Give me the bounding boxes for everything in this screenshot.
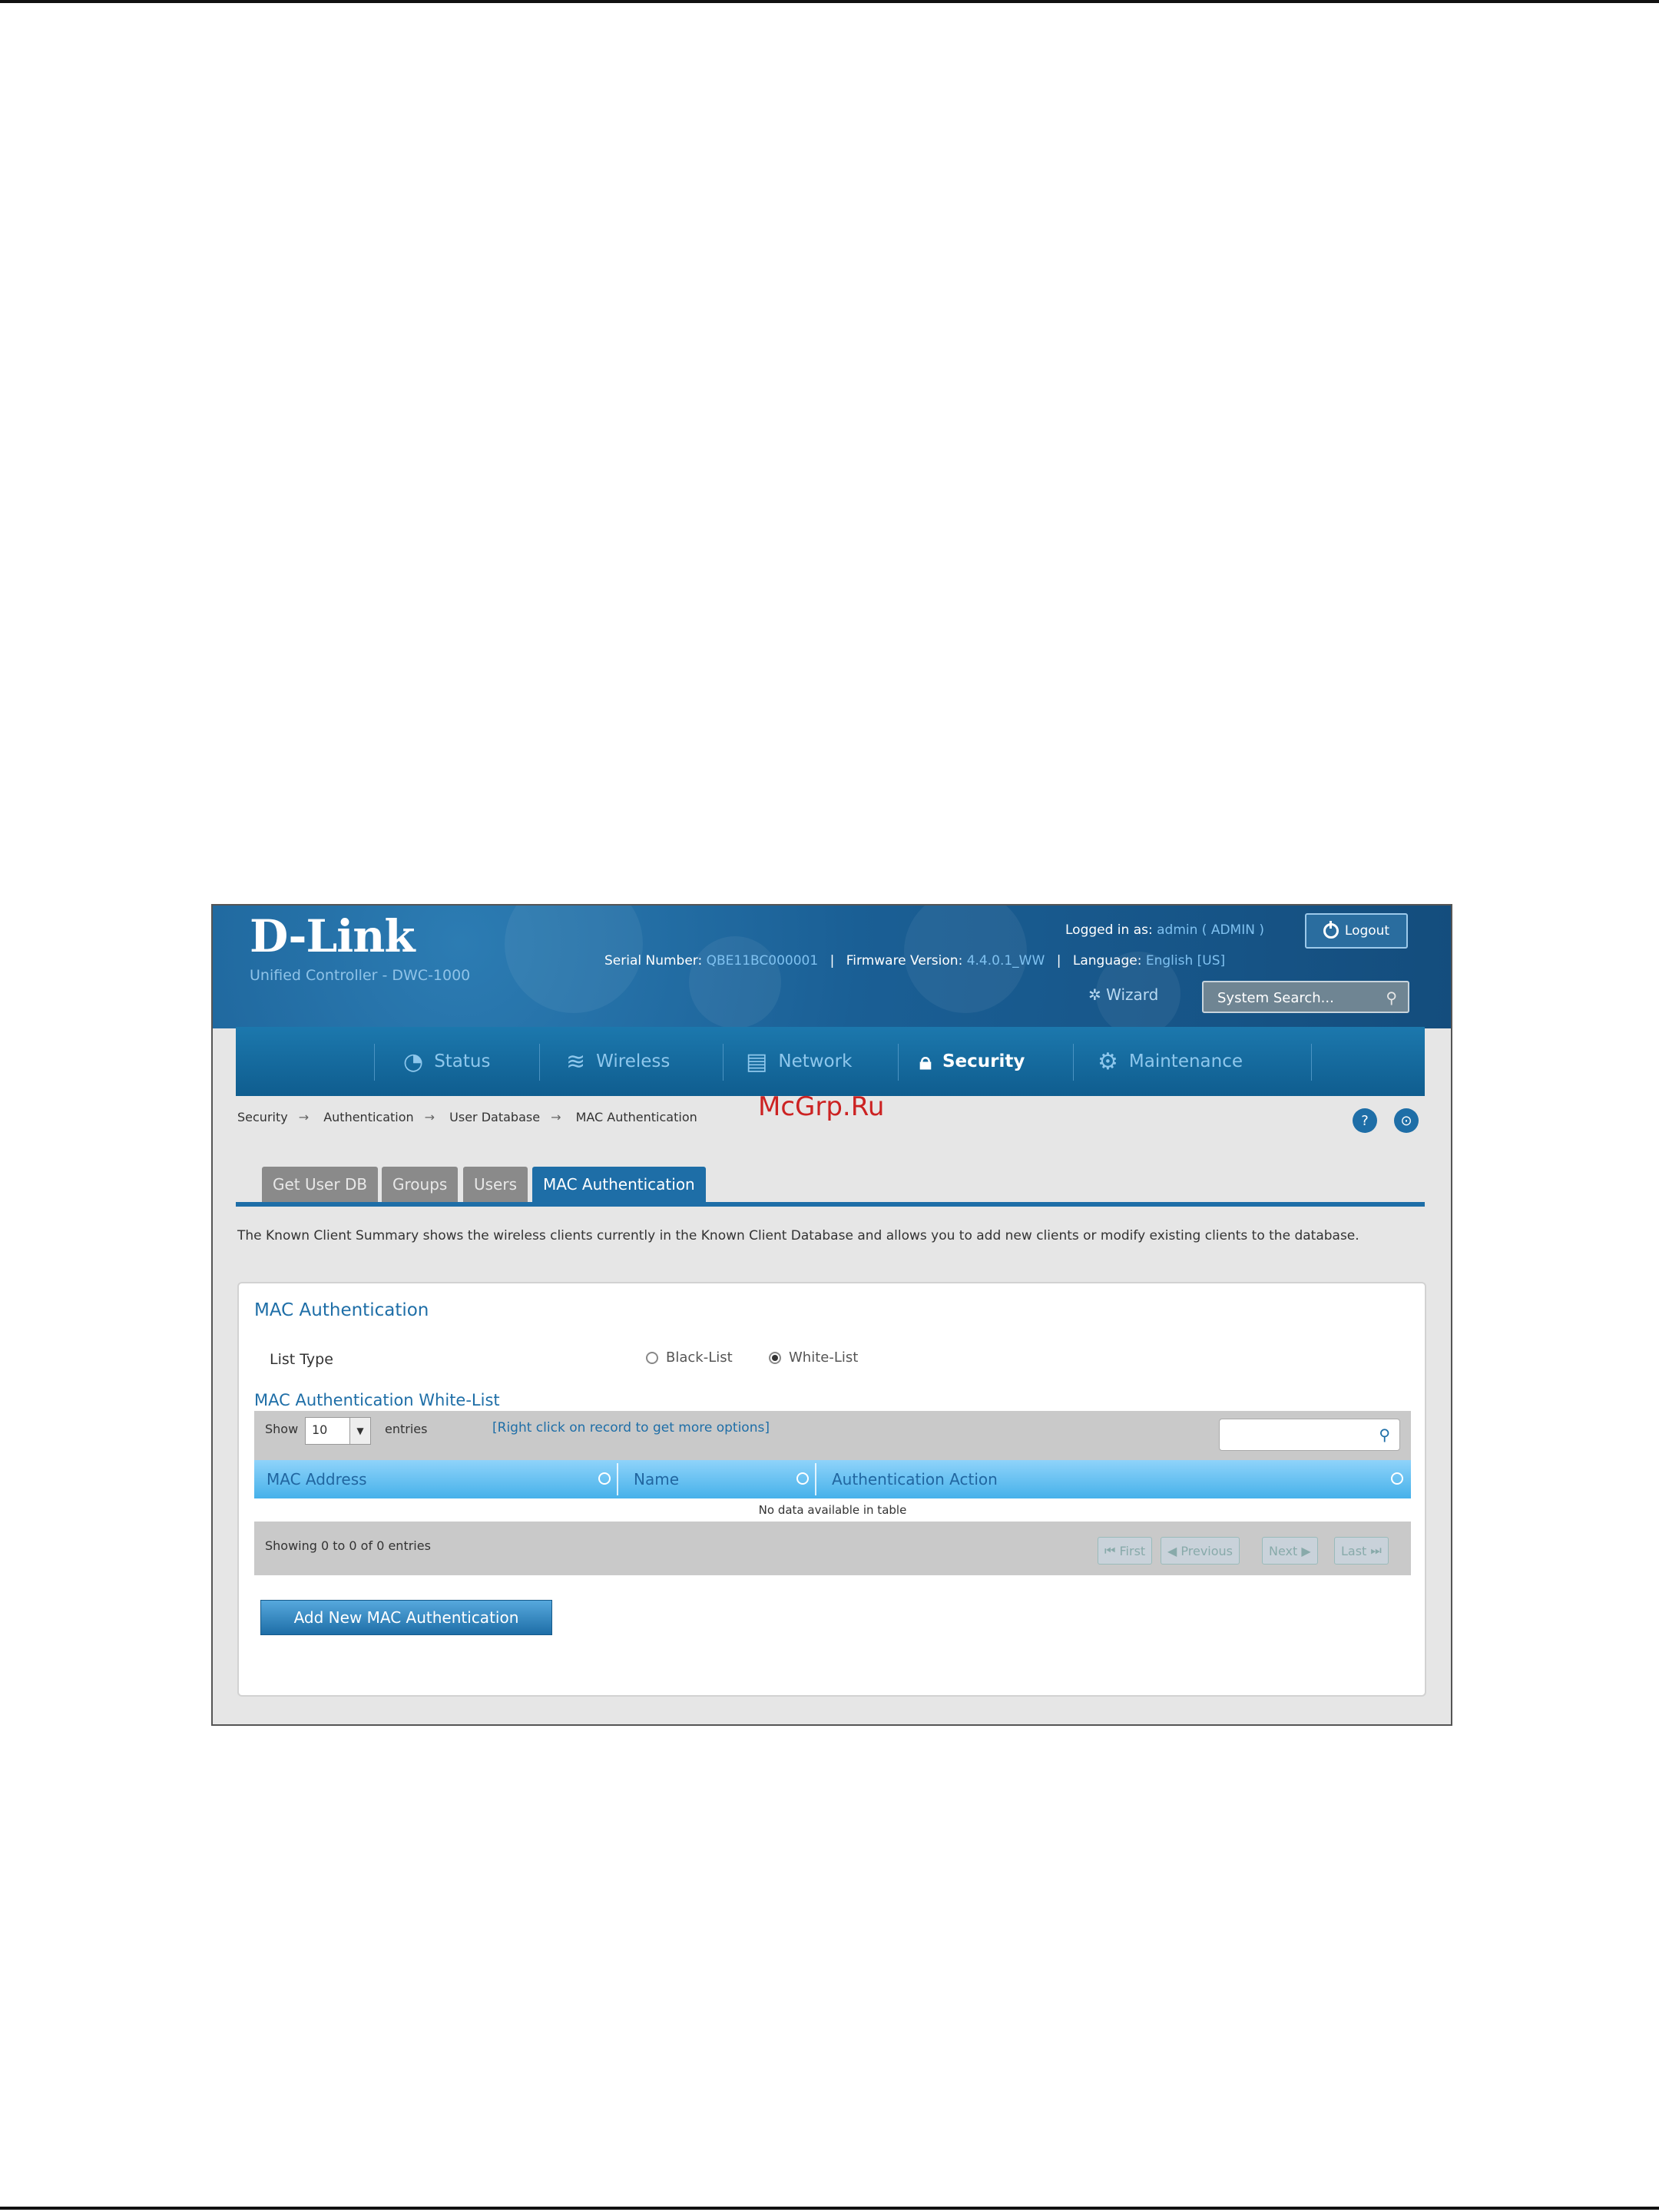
search-placeholder: System Search...	[1217, 990, 1334, 1006]
page-description: The Known Client Summary shows the wirel…	[237, 1228, 1359, 1243]
lock-icon: 🔒︎	[919, 1048, 932, 1075]
previous-icon: ◀	[1167, 1543, 1181, 1558]
radio-white-label: White-List	[789, 1349, 859, 1366]
entries-label: entries	[385, 1422, 428, 1436]
breadcrumb-current: MAC Authentication	[575, 1110, 697, 1124]
search-icon[interactable]: ⚲	[1386, 988, 1397, 1007]
network-icon: ▤	[746, 1048, 768, 1075]
search-icon: ⚲	[1379, 1426, 1390, 1444]
breadcrumb-item[interactable]: Authentication	[323, 1110, 413, 1124]
gears-icon: ⚙	[1098, 1048, 1118, 1075]
list-type-label: List Type	[270, 1351, 333, 1368]
table-header: MAC Address Name Authentication Action	[254, 1460, 1411, 1498]
nav-maintenance[interactable]: ⚙ Maintenance	[1098, 1027, 1243, 1096]
page-bottom-rule	[0, 2207, 1659, 2210]
tab-users[interactable]: Users	[463, 1167, 528, 1202]
page-size-select[interactable]: 10 ▼	[305, 1417, 371, 1445]
system-search-input[interactable]: System Search... ⚲	[1202, 981, 1409, 1013]
logged-in-user[interactable]: admin ( ADMIN )	[1157, 922, 1264, 938]
help-icon[interactable]: ?	[1353, 1108, 1377, 1133]
pager-previous-label: Previous	[1181, 1543, 1233, 1558]
radio-button-checked[interactable]	[769, 1351, 781, 1364]
table-footer: Showing 0 to 0 of 0 entries ⏮ First ◀ Pr…	[254, 1522, 1411, 1575]
col-mac-address[interactable]: MAC Address	[267, 1460, 367, 1498]
sort-icon[interactable]	[796, 1472, 809, 1485]
radio-black-label: Black-List	[666, 1349, 733, 1366]
pager-first-button[interactable]: ⏮ First	[1098, 1537, 1153, 1565]
language-label: Language:	[1072, 953, 1142, 969]
mac-auth-panel: MAC Authentication List Type Black-List …	[237, 1282, 1426, 1697]
show-label: Show	[265, 1422, 299, 1436]
nav-status-label: Status	[434, 1051, 491, 1071]
nav-security-label: Security	[942, 1051, 1025, 1071]
showing-count: Showing 0 to 0 of 0 entries	[265, 1538, 431, 1553]
radio-black-list[interactable]: Black-List	[646, 1349, 733, 1366]
device-info: Serial Number: QBE11BC000001 | Firmware …	[604, 953, 1226, 969]
pager-previous-button[interactable]: ◀ Previous	[1161, 1537, 1240, 1565]
first-icon: ⏮	[1104, 1543, 1120, 1558]
pager-last-label: Last	[1341, 1543, 1367, 1558]
next-icon: ▶	[1297, 1543, 1311, 1558]
power-icon	[1323, 921, 1339, 939]
white-list-title: MAC Authentication White-List	[254, 1391, 500, 1409]
firmware-value: 4.4.0.1_WW	[966, 953, 1045, 969]
tab-get-user-db[interactable]: Get User DB	[262, 1167, 379, 1202]
wifi-icon: ≋	[566, 1048, 586, 1075]
wand-icon: ✲	[1088, 985, 1101, 1004]
radio-button[interactable]	[646, 1351, 658, 1364]
add-mac-authentication-button[interactable]: Add New MAC Authentication	[260, 1600, 552, 1635]
col-authentication-action[interactable]: Authentication Action	[832, 1460, 998, 1498]
firmware-label: Firmware Version:	[846, 953, 963, 969]
watermark: McGrp.Ru	[758, 1091, 885, 1122]
nav-wireless[interactable]: ≋ Wireless	[566, 1027, 670, 1096]
col-name[interactable]: Name	[634, 1460, 679, 1498]
logout-label: Logout	[1344, 923, 1390, 939]
nav-wireless-label: Wireless	[596, 1051, 671, 1071]
empty-table-message: No data available in table	[254, 1498, 1411, 1522]
dlink-logo: D-Link	[250, 910, 416, 962]
nav-network-label: Network	[778, 1051, 853, 1071]
nav-status[interactable]: ◔ Status	[403, 1027, 490, 1096]
product-name: Unified Controller - DWC-1000	[250, 967, 471, 984]
panel-title: MAC Authentication	[254, 1300, 429, 1320]
nav-security[interactable]: 🔒︎ Security	[919, 1027, 1025, 1096]
page-top-rule	[0, 0, 1659, 3]
info-icon[interactable]: ⊙	[1394, 1108, 1419, 1133]
nav-network[interactable]: ▤ Network	[746, 1027, 852, 1096]
pager-first-label: First	[1119, 1543, 1146, 1558]
table-toolbar: Show 10 ▼ entries [Right click on record…	[254, 1411, 1411, 1460]
table-hint: [Right click on record to get more optio…	[492, 1420, 770, 1435]
wizard-label: Wizard	[1106, 985, 1159, 1004]
pager-last-button[interactable]: Last ⏭	[1334, 1537, 1389, 1565]
breadcrumb-item[interactable]: User Database	[449, 1110, 540, 1124]
wizard-link[interactable]: ✲ Wizard	[1088, 985, 1158, 1004]
nav-maintenance-label: Maintenance	[1128, 1051, 1243, 1071]
logged-in-info: Logged in as: admin ( ADMIN )	[1065, 922, 1264, 938]
tab-groups[interactable]: Groups	[382, 1167, 459, 1202]
pager-next-label: Next	[1269, 1543, 1298, 1558]
pager-next-button[interactable]: Next ▶	[1262, 1537, 1318, 1565]
gauge-icon: ◔	[403, 1048, 424, 1075]
header: D-Link Unified Controller - DWC-1000 Log…	[213, 906, 1451, 1036]
table-search-input[interactable]: ⚲	[1219, 1419, 1400, 1451]
serial-label: Serial Number:	[604, 953, 703, 969]
screenshot-frame: D-Link Unified Controller - DWC-1000 Log…	[211, 904, 1452, 1726]
tab-mac-authentication[interactable]: MAC Authentication	[532, 1167, 706, 1202]
breadcrumb-item[interactable]: Security	[237, 1110, 288, 1124]
breadcrumb: Security → Authentication → User Database →…	[237, 1110, 697, 1124]
sort-icon[interactable]	[1391, 1472, 1403, 1485]
language-select[interactable]: English [US]	[1146, 953, 1225, 969]
last-icon: ⏭	[1366, 1543, 1382, 1558]
main-nav: ◔ Status ≋ Wireless ▤ Network 🔒︎ Securit…	[236, 1027, 1425, 1096]
page-size-value: 10	[312, 1422, 328, 1437]
sort-icon[interactable]	[598, 1472, 611, 1485]
radio-white-list[interactable]: White-List	[769, 1349, 858, 1366]
logout-button[interactable]: Logout	[1305, 913, 1408, 949]
chevron-down-icon[interactable]: ▼	[349, 1418, 370, 1444]
logged-in-label: Logged in as:	[1065, 922, 1153, 938]
serial-value: QBE11BC000001	[706, 953, 819, 969]
tab-underline	[236, 1202, 1425, 1207]
